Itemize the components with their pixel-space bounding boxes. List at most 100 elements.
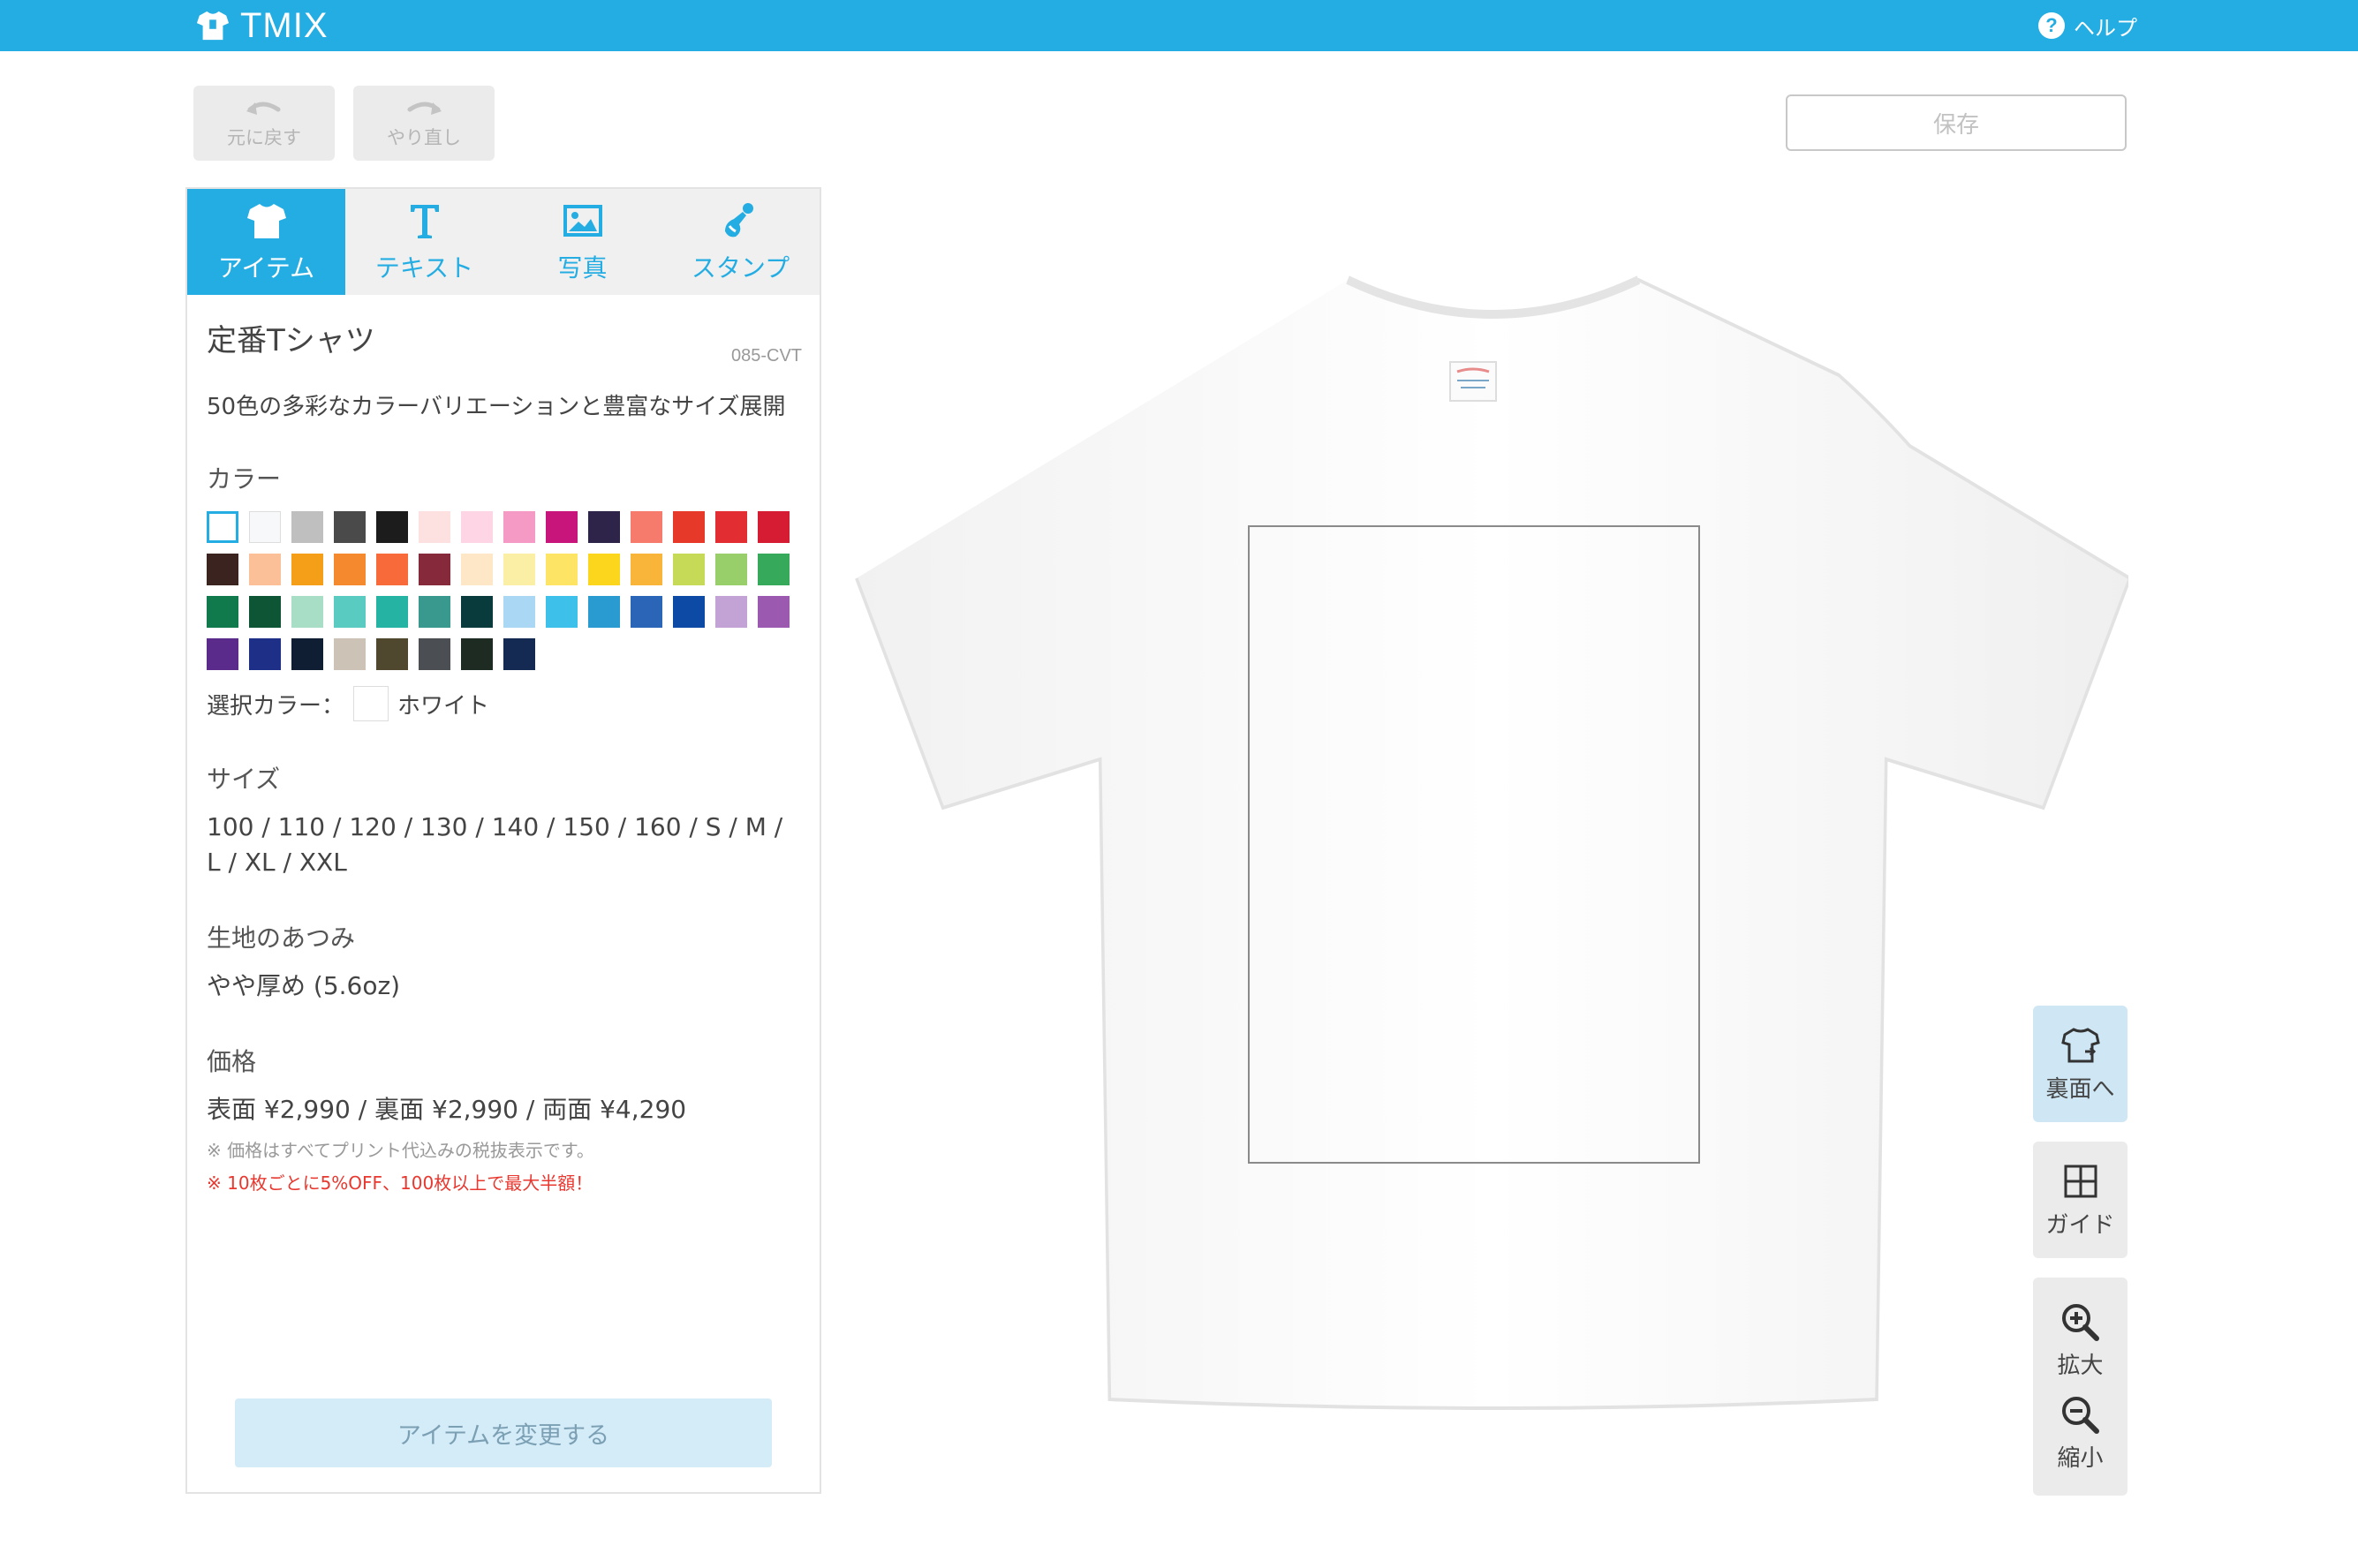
- tshirt-logo-icon: [196, 11, 230, 41]
- color-swatch[interactable]: [715, 554, 747, 585]
- color-swatch[interactable]: [376, 554, 408, 585]
- color-swatch[interactable]: [461, 638, 493, 670]
- color-swatch[interactable]: [207, 554, 238, 585]
- color-swatch[interactable]: [631, 511, 662, 543]
- color-swatch[interactable]: [419, 554, 450, 585]
- tab-bar: アイテム テキスト 写真 スタンプ: [187, 189, 820, 295]
- price-value: 表面 ¥2,990 / 裏面 ¥2,990 / 両面 ¥4,290: [207, 1095, 687, 1124]
- guide-button[interactable]: ガイド: [2033, 1142, 2127, 1258]
- color-swatch[interactable]: [588, 511, 620, 543]
- color-swatch[interactable]: [334, 596, 366, 628]
- color-swatch[interactable]: [715, 511, 747, 543]
- color-swatch[interactable]: [207, 596, 238, 628]
- zoom-in-icon: [2062, 1303, 2100, 1341]
- color-swatch[interactable]: [758, 511, 790, 543]
- color-swatch[interactable]: [758, 554, 790, 585]
- grid-icon: [2064, 1165, 2097, 1197]
- zoom-out-button[interactable]: 縮小: [2057, 1394, 2104, 1473]
- color-swatch[interactable]: [673, 511, 705, 543]
- color-swatch[interactable]: [291, 596, 323, 628]
- color-swatch[interactable]: [588, 596, 620, 628]
- tab-item[interactable]: アイテム: [187, 189, 345, 295]
- color-swatch[interactable]: [546, 511, 578, 543]
- color-swatch[interactable]: [461, 596, 493, 628]
- color-swatch[interactable]: [715, 596, 747, 628]
- guide-label: ガイド: [2045, 1211, 2115, 1239]
- size-value: 100 / 110 / 120 / 130 / 140 / 150 / 160 …: [207, 812, 783, 877]
- tab-stamp[interactable]: スタンプ: [661, 189, 820, 295]
- help-icon: ?: [2038, 12, 2065, 39]
- zoom-out-label: 縮小: [2057, 1444, 2104, 1472]
- text-icon: [410, 205, 439, 238]
- color-swatch[interactable]: [249, 511, 281, 543]
- color-swatch[interactable]: [503, 511, 535, 543]
- color-swatch[interactable]: [334, 511, 366, 543]
- color-swatch[interactable]: [631, 596, 662, 628]
- zoom-controls: 拡大 縮小: [2033, 1278, 2127, 1496]
- color-swatch[interactable]: [631, 554, 662, 585]
- color-swatch[interactable]: [249, 638, 281, 670]
- undo-icon: [246, 102, 281, 115]
- color-swatch[interactable]: [291, 511, 323, 543]
- color-swatch[interactable]: [461, 554, 493, 585]
- zoom-in-button[interactable]: 拡大: [2057, 1301, 2104, 1380]
- undo-label: 元に戻す: [227, 126, 301, 148]
- change-item-button[interactable]: アイテムを変更する: [235, 1398, 772, 1467]
- color-swatch[interactable]: [673, 596, 705, 628]
- app-logo[interactable]: TMIX: [196, 4, 329, 47]
- size-label: サイズ: [207, 765, 281, 794]
- color-swatch[interactable]: [376, 511, 408, 543]
- color-swatch[interactable]: [419, 511, 450, 543]
- thickness-label: 生地のあつみ: [207, 923, 356, 953]
- item-details: 定番Tシャツ 085-CVT 50色の多彩なカラーバリエーションと豊富なサイズ展…: [187, 316, 820, 1195]
- print-area-guide[interactable]: [1248, 525, 1700, 1164]
- redo-button[interactable]: やり直し: [353, 86, 495, 161]
- tab-stamp-label: スタンプ: [691, 253, 790, 283]
- flip-to-back-button[interactable]: 裏面へ: [2033, 1006, 2127, 1122]
- color-swatch[interactable]: [334, 554, 366, 585]
- selected-color-label: 選択カラー：: [207, 692, 345, 720]
- color-swatch[interactable]: [376, 596, 408, 628]
- undo-button[interactable]: 元に戻す: [193, 86, 335, 161]
- tab-text[interactable]: テキスト: [345, 189, 503, 295]
- color-swatch[interactable]: [291, 554, 323, 585]
- save-button[interactable]: 保存: [1786, 94, 2127, 151]
- color-swatch[interactable]: [207, 511, 238, 543]
- color-swatch[interactable]: [673, 554, 705, 585]
- price-label: 価格: [207, 1047, 257, 1076]
- redo-label: やり直し: [387, 126, 461, 148]
- help-link[interactable]: ? ヘルプ: [2038, 11, 2137, 41]
- app-name: TMIX: [240, 5, 329, 45]
- thickness-value: やや厚め (5.6oz): [207, 971, 401, 1000]
- item-panel: アイテム テキスト 写真 スタンプ 定番Tシャツ 085-CVT 50色の多彩な…: [185, 187, 821, 1494]
- tab-photo[interactable]: 写真: [503, 189, 661, 295]
- color-swatch[interactable]: [334, 638, 366, 670]
- color-swatch[interactable]: [291, 638, 323, 670]
- tshirt-icon: [246, 204, 286, 238]
- tab-item-label: アイテム: [217, 253, 315, 283]
- color-swatch[interactable]: [503, 554, 535, 585]
- top-bar: TMIX ? ヘルプ: [0, 0, 2358, 51]
- color-swatch[interactable]: [461, 511, 493, 543]
- color-swatch[interactable]: [758, 596, 790, 628]
- flip-to-back-label: 裏面へ: [2045, 1075, 2115, 1103]
- help-label: ヘルプ: [2074, 15, 2137, 41]
- color-swatch[interactable]: [207, 638, 238, 670]
- color-swatch[interactable]: [546, 596, 578, 628]
- color-swatch[interactable]: [249, 554, 281, 585]
- color-swatch[interactable]: [503, 638, 535, 670]
- color-swatch[interactable]: [419, 596, 450, 628]
- color-swatch[interactable]: [546, 554, 578, 585]
- selected-color-swatch: [353, 686, 389, 721]
- zoom-out-icon: [2062, 1396, 2100, 1434]
- tshirt-back-icon: [2060, 1027, 2100, 1062]
- color-swatch[interactable]: [588, 554, 620, 585]
- color-swatch[interactable]: [419, 638, 450, 670]
- color-swatch[interactable]: [503, 596, 535, 628]
- item-description: 50色の多彩なカラーバリエーションと豊富なサイズ展開: [207, 394, 786, 420]
- color-swatch[interactable]: [376, 638, 408, 670]
- tab-photo-label: 写真: [557, 253, 608, 283]
- redo-icon: [407, 102, 442, 115]
- stamp-icon: [724, 203, 753, 237]
- color-swatch[interactable]: [249, 596, 281, 628]
